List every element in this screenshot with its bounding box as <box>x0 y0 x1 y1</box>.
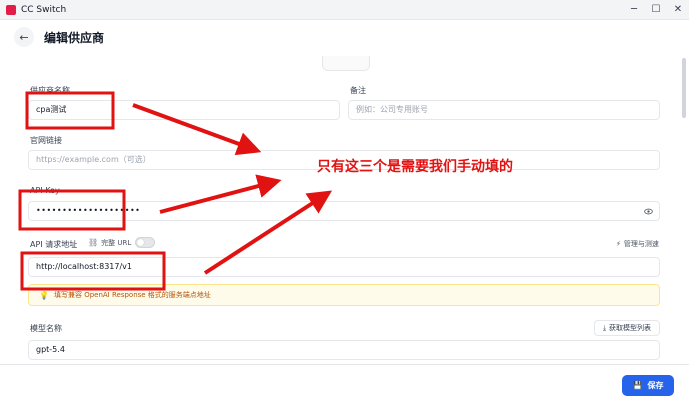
title-bar: CC Switch ─ ☐ ✕ <box>0 0 689 20</box>
provider-name-label: 供应商名称 <box>30 86 70 95</box>
full-url-toggle[interactable] <box>135 237 156 248</box>
scrollbar[interactable] <box>682 58 686 118</box>
footer-bar: 💾 保存 <box>0 364 689 406</box>
note-input[interactable]: 例如：公司专用账号 <box>348 100 660 120</box>
model-input[interactable]: gpt-5.4 <box>28 340 660 360</box>
manage-speed-link[interactable]: ⚡ 管理与测速 <box>616 239 659 249</box>
provider-name-input[interactable]: cpa测试 <box>28 100 340 120</box>
page-header: ← 编辑供应商 <box>0 19 689 55</box>
api-url-label: API 请求地址 <box>30 240 78 249</box>
annotation-text: 只有这三个是需要我们手动填的 <box>317 159 513 175</box>
eye-icon[interactable] <box>644 207 653 216</box>
api-url-hint-text: 填写兼容 OpenAI Response 格式的服务端点地址 <box>53 291 211 299</box>
toggle-knob <box>137 239 145 246</box>
fetch-models-button[interactable]: ⤓ 获取模型列表 <box>594 320 660 336</box>
page-title: 编辑供应商 <box>44 31 105 45</box>
window-title: CC Switch <box>21 4 67 15</box>
window-controls: ─ ☐ ✕ <box>623 0 689 19</box>
website-label: 官网链接 <box>30 136 62 145</box>
download-icon: ⤓ <box>602 323 607 332</box>
app-logo-icon <box>6 4 16 15</box>
back-button[interactable]: ← <box>14 27 34 47</box>
api-url-input[interactable]: http://localhost:8317/v1 <box>28 257 660 277</box>
full-url-toggle-group: ⛓ 完整 URL <box>88 237 156 248</box>
close-button[interactable]: ✕ <box>667 0 689 19</box>
provider-icon-card <box>322 56 370 71</box>
api-key-label: API Key <box>30 186 60 195</box>
lightbulb-icon: 💡 <box>39 290 49 300</box>
full-url-label: 完整 URL <box>101 238 132 247</box>
link-icon: ⛓ <box>88 238 99 247</box>
arrow-left-icon: ← <box>19 30 29 44</box>
form-scroll-area[interactable]: 供应商名称 cpa测试 备注 例如：公司专用账号 官网链接 https://ex… <box>0 56 689 363</box>
save-icon: 💾 <box>632 381 643 390</box>
fetch-models-label: 获取模型列表 <box>609 324 652 332</box>
api-key-value: •••••••••••••••••••• <box>36 206 141 215</box>
manage-speed-label: 管理与测速 <box>623 240 659 248</box>
speed-icon: ⚡ <box>616 240 621 248</box>
save-button[interactable]: 💾 保存 <box>622 375 674 396</box>
api-url-hint: 💡 填写兼容 OpenAI Response 格式的服务端点地址 <box>28 284 660 306</box>
note-label: 备注 <box>350 86 366 95</box>
maximize-button[interactable]: ☐ <box>645 0 667 19</box>
api-key-input[interactable]: •••••••••••••••••••• <box>28 201 660 221</box>
model-label: 模型名称 <box>30 324 62 333</box>
save-label: 保存 <box>647 381 664 390</box>
minimize-button[interactable]: ─ <box>623 0 645 19</box>
